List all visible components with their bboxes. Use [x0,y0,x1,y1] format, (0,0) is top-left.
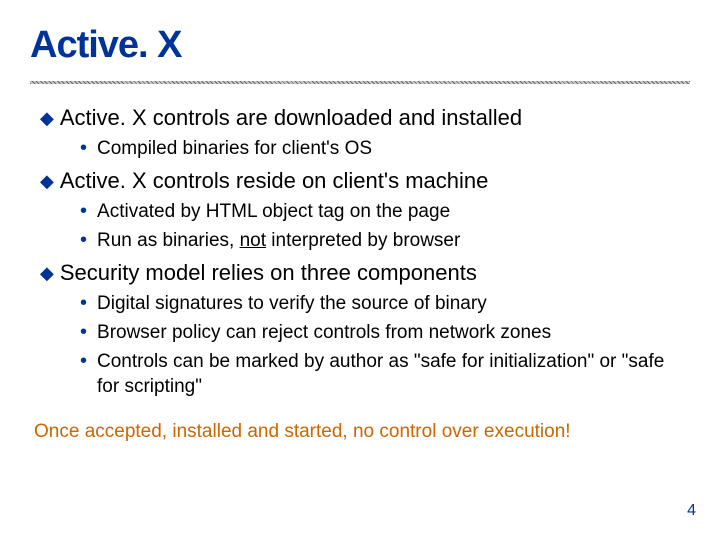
level2-text: Digital signatures to verify the source … [97,291,487,316]
diamond-icon: ◆ [40,167,54,195]
level2-item: • Activated by HTML object tag on the pa… [80,199,690,224]
level1-text: Active. X controls are downloaded and in… [60,104,522,132]
level2-text: Activated by HTML object tag on the page [97,199,450,224]
bullet-icon: • [80,349,87,373]
divider [30,81,690,84]
bullet-block: ◆ Active. X controls reside on client's … [40,167,690,253]
page-number: 4 [687,502,696,520]
level1-item: ◆ Active. X controls reside on client's … [40,167,690,195]
level2-text: Controls can be marked by author as "saf… [97,349,690,399]
slide-title: Active. X [30,24,690,67]
level1-item: ◆ Active. X controls are downloaded and … [40,104,690,132]
bullet-icon: • [80,228,87,252]
level2-text: Browser policy can reject controls from … [97,320,551,345]
bullet-icon: • [80,136,87,160]
level2-item: • Digital signatures to verify the sourc… [80,291,690,316]
level2-text: Compiled binaries for client's OS [97,136,372,161]
level2-item: • Controls can be marked by author as "s… [80,349,690,399]
level2-item: • Run as binaries, not interpreted by br… [80,228,690,253]
level2-text: Run as binaries, not interpreted by brow… [97,228,460,253]
bullet-icon: • [80,199,87,223]
bullet-block: ◆ Active. X controls are downloaded and … [40,104,690,161]
level1-text: Security model relies on three component… [60,259,477,287]
diamond-icon: ◆ [40,259,54,287]
level1-text: Active. X controls reside on client's ma… [60,167,489,195]
diamond-icon: ◆ [40,104,54,132]
content-area: ◆ Active. X controls are downloaded and … [30,104,690,399]
bullet-icon: • [80,320,87,344]
level1-item: ◆ Security model relies on three compone… [40,259,690,287]
bullet-icon: • [80,291,87,315]
bullet-block: ◆ Security model relies on three compone… [40,259,690,399]
level2-item: • Browser policy can reject controls fro… [80,320,690,345]
level2-item: • Compiled binaries for client's OS [80,136,690,161]
slide: Active. X ◆ Active. X controls are downl… [0,0,720,540]
footer-note: Once accepted, installed and started, no… [30,421,690,443]
